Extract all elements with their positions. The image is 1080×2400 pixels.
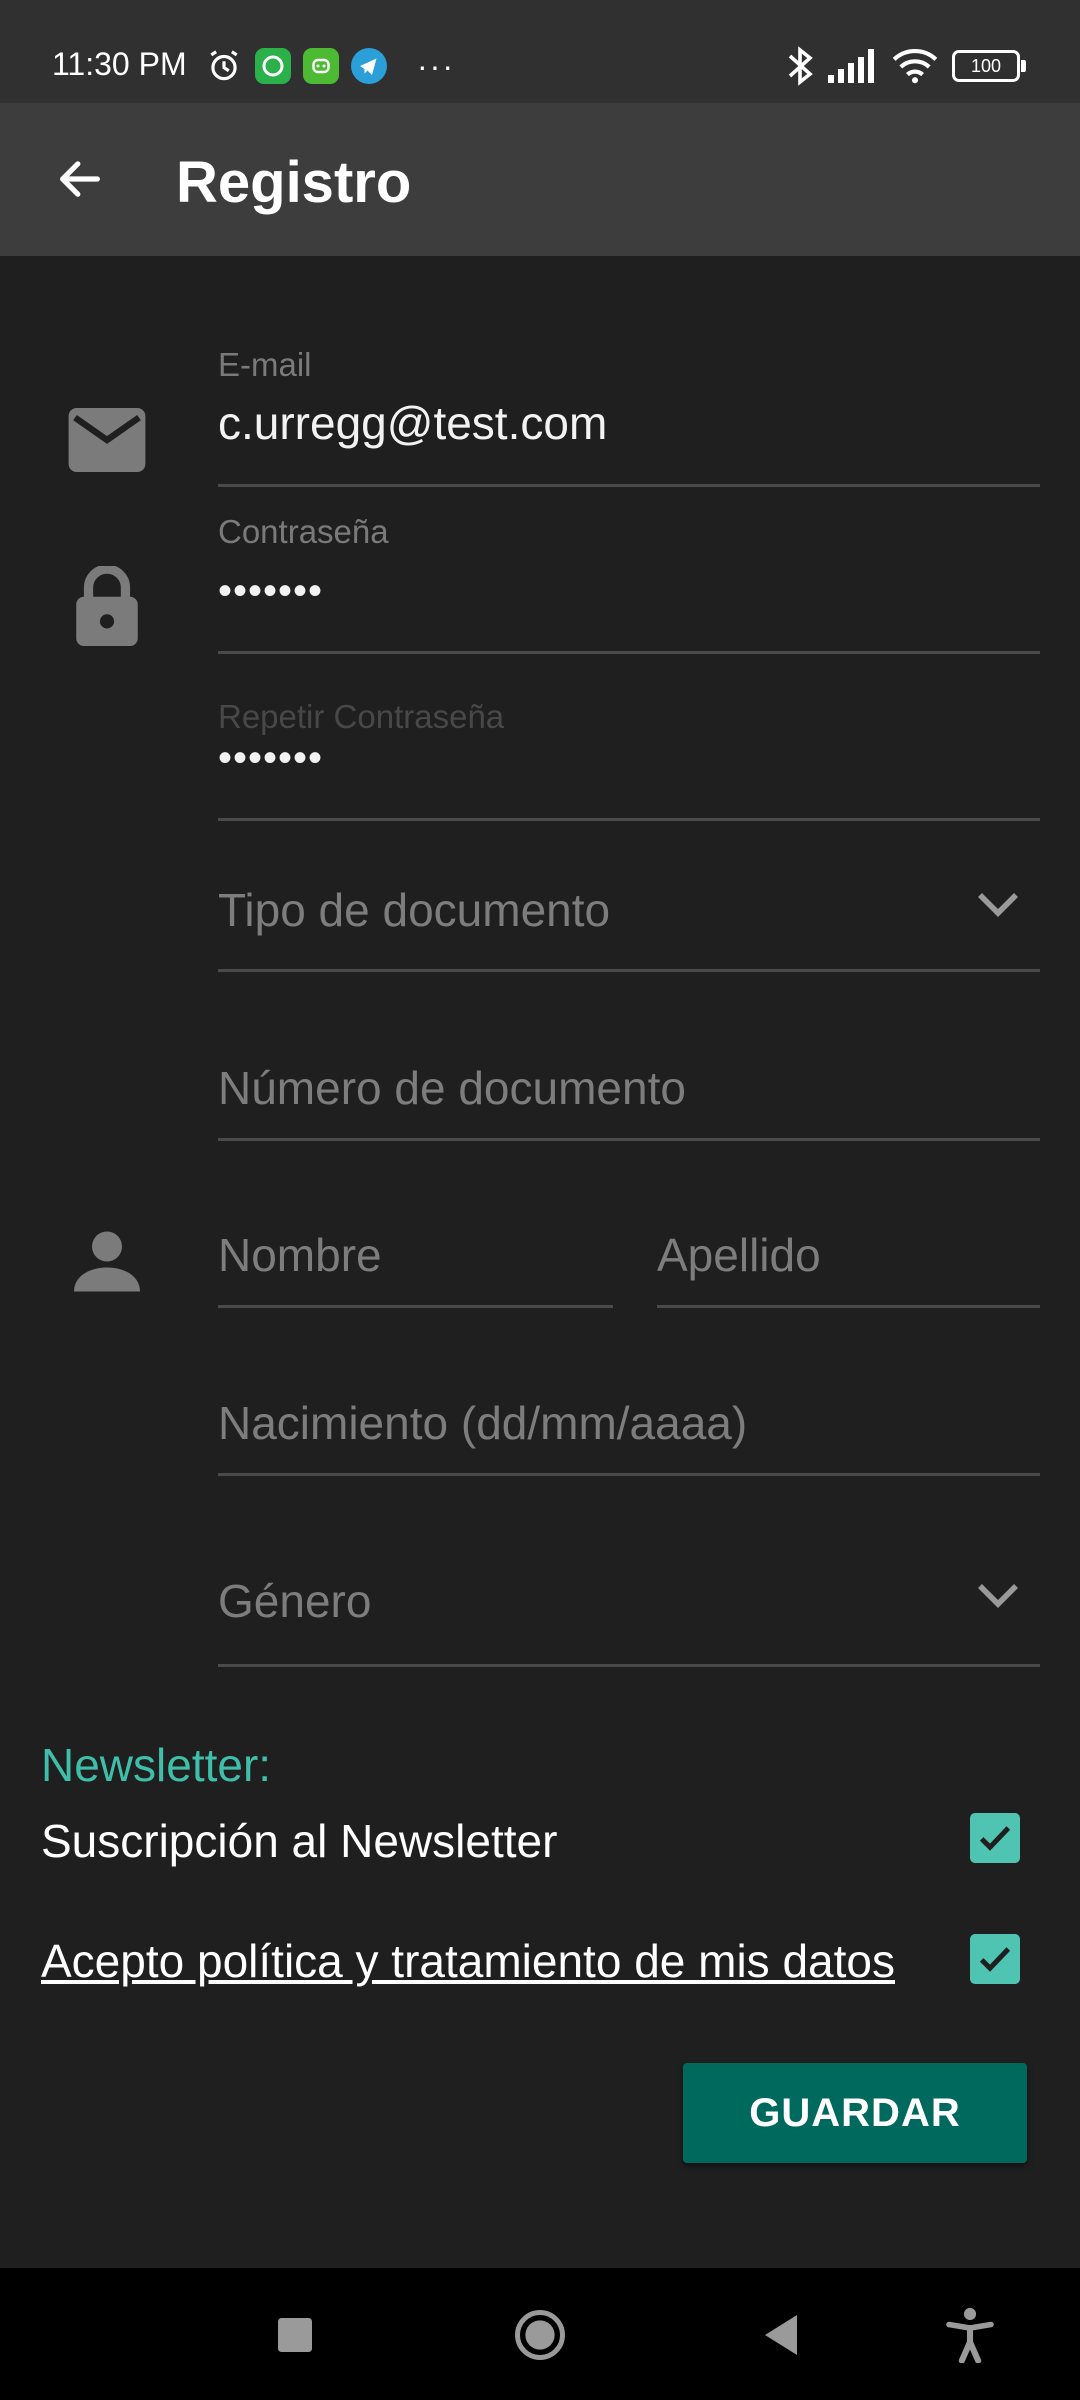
repeat-password-value: •••••••	[218, 736, 324, 780]
whatsapp-icon	[255, 48, 291, 84]
telegram-icon	[351, 48, 387, 84]
document-number-placeholder: Número de documento	[218, 1062, 686, 1114]
accessibility-button[interactable]	[935, 2300, 1005, 2370]
notification-icons: ···	[205, 46, 455, 86]
person-icon	[74, 1231, 140, 1292]
email-label: E-mail	[218, 346, 312, 383]
email-field[interactable]: E-mail c.urregg@test.com	[218, 336, 1040, 487]
document-type-select[interactable]: Tipo de documento	[218, 837, 1040, 972]
back-triangle-icon	[765, 2315, 797, 2355]
password-value: •••••••	[218, 569, 324, 613]
first-name-field[interactable]: Nombre	[218, 1156, 613, 1308]
bluetooth-icon	[788, 46, 813, 86]
page-title: Registro	[176, 150, 412, 215]
accessibility-icon	[946, 2307, 994, 2363]
app-bar: Registro	[0, 103, 1080, 256]
chevron-down-icon	[978, 1584, 1018, 1608]
save-button[interactable]: GUARDAR	[683, 2063, 1027, 2163]
newsletter-subscription-label: Suscripción al Newsletter	[41, 1815, 558, 1867]
birth-date-placeholder: Nacimiento (dd/mm/aaaa)	[218, 1397, 748, 1449]
email-icon	[68, 408, 146, 472]
birth-date-field[interactable]: Nacimiento (dd/mm/aaaa)	[218, 1324, 1040, 1476]
lock-icon	[76, 566, 138, 646]
password-label: Contraseña	[218, 513, 389, 550]
square-icon	[278, 2318, 312, 2352]
back-button[interactable]	[40, 139, 120, 219]
status-time: 11:30 PM	[52, 46, 187, 82]
first-name-placeholder: Nombre	[218, 1229, 382, 1281]
newsletter-subscription-checkbox[interactable]	[970, 1813, 1020, 1863]
wifi-icon	[892, 49, 938, 84]
signal-icon	[828, 49, 874, 83]
recent-apps-button[interactable]	[260, 2300, 330, 2370]
system-navigation-bar	[0, 2268, 1080, 2400]
document-number-field[interactable]: Número de documento	[218, 989, 1040, 1141]
email-value: c.urregg@test.com	[218, 397, 608, 449]
status-bar: 11:30 PM ··· 100	[0, 0, 1080, 103]
last-name-placeholder: Apellido	[657, 1229, 821, 1281]
check-icon	[979, 1826, 1011, 1851]
battery-indicator: 100	[952, 50, 1026, 82]
privacy-policy-checkbox[interactable]	[970, 1934, 1020, 1984]
alarm-icon	[210, 50, 238, 81]
arrow-back-icon	[60, 161, 100, 197]
back-nav-button[interactable]	[746, 2300, 816, 2370]
check-icon	[979, 1947, 1011, 1972]
password-field[interactable]: Contraseña •••••••	[218, 503, 1040, 654]
home-circle-icon	[515, 2310, 565, 2360]
last-name-field[interactable]: Apellido	[657, 1156, 1040, 1308]
document-type-placeholder: Tipo de documento	[218, 884, 611, 936]
gender-select[interactable]: Género	[218, 1492, 1040, 1667]
privacy-policy-link[interactable]: Acepto política y tratamiento de mis dat…	[41, 1934, 895, 1988]
repeat-password-field[interactable]: Repetir Contraseña •••••••	[218, 670, 1040, 821]
chevron-down-icon	[978, 893, 1018, 917]
system-icons: 100	[786, 44, 1026, 88]
home-button[interactable]	[505, 2300, 575, 2370]
repeat-password-label: Repetir Contraseña	[218, 698, 505, 735]
android-app-icon	[303, 48, 339, 84]
more-notifications-indicator: ···	[417, 48, 455, 84]
gender-placeholder: Género	[218, 1575, 372, 1627]
newsletter-heading: Newsletter:	[41, 1739, 272, 1791]
